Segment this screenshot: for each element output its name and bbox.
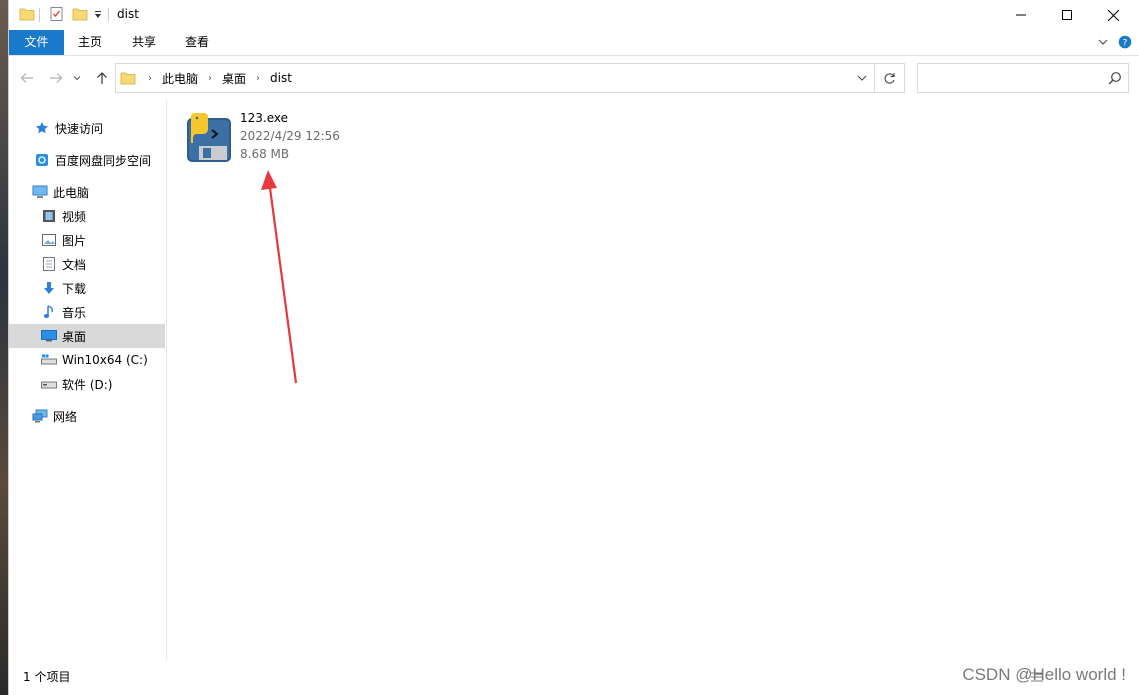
new-folder-icon[interactable]	[72, 6, 88, 24]
sidebar-item-videos[interactable]: 视频	[9, 204, 165, 228]
sidebar-item-label: 桌面	[62, 329, 87, 344]
forward-button[interactable]	[46, 68, 66, 88]
tab-view[interactable]: 查看	[174, 30, 220, 55]
video-icon	[41, 208, 57, 224]
expand-ribbon-icon[interactable]	[1098, 36, 1108, 50]
sidebar-item-desktop[interactable]: 桌面	[9, 324, 165, 348]
sidebar-item-quick-access[interactable]: 快速访问	[9, 116, 165, 140]
tab-file[interactable]: 文件	[9, 30, 64, 55]
desktop-background-strip	[0, 0, 8, 695]
drive-icon	[41, 376, 57, 392]
watermark: CSDN @Hello world !	[962, 665, 1126, 684]
close-button[interactable]	[1090, 0, 1136, 30]
status-bar: 1 个项目 CSDN @Hello world !	[9, 660, 1139, 695]
file-modified: 2022/4/29 12:56	[240, 129, 340, 143]
picture-icon	[41, 232, 57, 248]
ribbon-tabs: 文件 主页 共享 查看 ?	[9, 30, 1139, 56]
chevron-right-icon[interactable]: ›	[250, 73, 266, 84]
sidebar-item-music[interactable]: 音乐	[9, 300, 165, 324]
desktop-icon	[41, 328, 57, 344]
address-history-dropdown[interactable]	[850, 64, 874, 92]
sidebar-item-pictures[interactable]: 图片	[9, 228, 165, 252]
chevron-right-icon: ›	[148, 72, 152, 84]
sidebar-item-label: 百度网盘同步空间	[55, 153, 152, 168]
sidebar-item-label: 文档	[62, 257, 87, 272]
tab-home[interactable]: 主页	[67, 30, 113, 55]
tab-share[interactable]: 共享	[121, 30, 167, 55]
sidebar-item-documents[interactable]: 文档	[9, 252, 165, 276]
sidebar-item-label: 视频	[62, 209, 87, 224]
file-size: 8.68 MB	[240, 147, 290, 161]
navigation-pane: 快速访问 百度网盘同步空间 此电脑 视频 图片 文档 下载 音乐 桌面 Win1…	[9, 100, 167, 660]
download-icon	[41, 280, 57, 296]
breadcrumb-this-pc[interactable]: 此电脑	[158, 70, 202, 87]
titlebar-divider	[39, 8, 40, 22]
explorer-window: dist 文件 主页 共享 查看 ? › 此电脑 › 桌面 › dist 快速访…	[8, 0, 1139, 695]
sidebar-item-label: 网络	[53, 409, 78, 424]
sidebar-item-label: 快速访问	[55, 121, 104, 136]
search-icon	[1108, 71, 1122, 88]
cloud-sync-icon	[34, 152, 50, 168]
sidebar-item-baidu-sync[interactable]: 百度网盘同步空间	[9, 148, 165, 172]
item-count: 1 个项目	[23, 670, 71, 684]
folder-icon	[116, 70, 142, 86]
sidebar-item-label: Win10x64 (C:)	[62, 353, 148, 367]
minimize-button[interactable]	[998, 0, 1044, 30]
help-icon[interactable]: ?	[1118, 35, 1132, 52]
sidebar-item-label: 音乐	[62, 305, 87, 320]
breadcrumb-desktop[interactable]: 桌面	[218, 70, 250, 87]
sidebar-item-this-pc[interactable]: 此电脑	[9, 180, 165, 204]
computer-icon	[32, 184, 48, 200]
sidebar-item-label: 图片	[62, 233, 87, 248]
address-bar[interactable]: › 此电脑 › 桌面 › dist	[115, 63, 875, 93]
breadcrumb-dist[interactable]: dist	[266, 71, 296, 85]
network-icon	[32, 408, 48, 424]
sidebar-item-drive-c[interactable]: Win10x64 (C:)	[9, 348, 165, 372]
folder-icon	[19, 6, 35, 24]
sidebar-item-network[interactable]: 网络	[9, 404, 165, 428]
maximize-button[interactable]	[1044, 0, 1090, 30]
file-name: 123.exe	[240, 111, 289, 125]
search-input[interactable]	[917, 63, 1129, 93]
up-button[interactable]	[92, 68, 112, 88]
python-exe-icon	[185, 112, 233, 164]
refresh-button[interactable]	[875, 63, 905, 93]
file-tile[interactable]: 123.exe 2022/4/29 12:56 8.68 MB	[185, 108, 365, 168]
sidebar-item-downloads[interactable]: 下载	[9, 276, 165, 300]
customize-quick-access-icon[interactable]	[93, 9, 103, 27]
sidebar-item-drive-d[interactable]: 软件 (D:)	[9, 372, 165, 396]
ribbon-controls: ?	[1098, 35, 1132, 51]
window-title: dist	[117, 7, 139, 21]
recent-locations-button[interactable]	[71, 68, 83, 88]
sidebar-item-label: 此电脑	[53, 185, 90, 200]
sidebar-item-label: 下载	[62, 281, 87, 296]
document-icon	[41, 256, 57, 272]
properties-icon[interactable]	[49, 6, 65, 24]
svg-text:?: ?	[1123, 38, 1128, 48]
sidebar-item-label: 软件 (D:)	[62, 377, 113, 392]
system-drive-icon	[41, 352, 57, 368]
file-list: 123.exe 2022/4/29 12:56 8.68 MB	[169, 100, 1139, 660]
annotation-arrow	[261, 170, 298, 384]
chevron-right-icon[interactable]: ›	[202, 73, 218, 84]
breadcrumb: › 此电脑 › 桌面 › dist	[116, 64, 296, 92]
music-icon	[41, 304, 57, 320]
titlebar-divider	[108, 8, 109, 22]
navigation-bar: › 此电脑 › 桌面 › dist	[9, 56, 1139, 100]
star-icon	[34, 120, 50, 136]
title-bar: dist	[9, 0, 1139, 30]
back-button[interactable]	[17, 68, 37, 88]
